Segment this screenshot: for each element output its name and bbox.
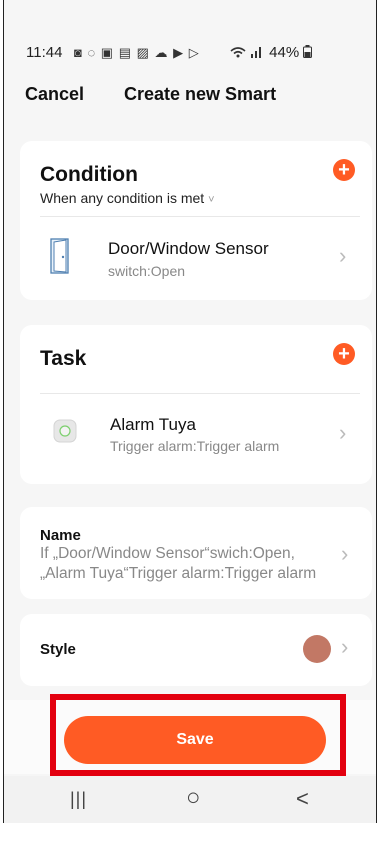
- chevron-down-icon: ˅: [208, 194, 215, 206]
- home-icon[interactable]: ○: [186, 784, 201, 812]
- style-label: Style: [40, 641, 76, 658]
- chevron-right-icon: ›: [339, 243, 347, 268]
- chevron-right-icon: ›: [339, 420, 347, 445]
- chevron-right-icon: ›: [341, 541, 349, 566]
- battery-icon: [303, 45, 313, 58]
- condition-item-row[interactable]: Door/Window Sensor switch:Open ›: [20, 217, 372, 297]
- condition-card: Condition + When any condition is met ˅ …: [20, 141, 372, 300]
- style-card[interactable]: Style ›: [20, 614, 372, 686]
- battery-percent: 44%: [269, 44, 300, 61]
- add-condition-plus-icon[interactable]: +: [333, 159, 355, 181]
- name-card[interactable]: Name If „Door/Window Sensor“swich:Open, …: [20, 507, 372, 599]
- alarm-device-icon: [53, 419, 77, 443]
- condition-item-subtitle: switch:Open: [108, 263, 186, 279]
- status-bar: 11:44 ◙ ◌ ▣ ▤ ▨ ☁ ▶ ▷ 44%: [4, 42, 376, 66]
- name-value-line2: „Alarm Tuya“Trigger alarm:Trigger alarm: [40, 565, 317, 582]
- task-item-title: Alarm Tuya: [110, 415, 196, 434]
- header: Cancel Create new Smart: [4, 80, 376, 110]
- save-button-highlight: [50, 694, 346, 776]
- status-right: 44%: [229, 44, 313, 61]
- status-time: 11:44: [26, 44, 63, 61]
- door-sensor-icon: [50, 238, 69, 274]
- recent-apps-icon[interactable]: |||: [70, 789, 87, 810]
- name-label: Name: [40, 527, 81, 544]
- task-card: Task + Alarm Tuya Trigger alarm:Trigger …: [20, 325, 372, 484]
- back-icon[interactable]: <: [296, 786, 309, 812]
- notification-icons: ◙ ◌ ▣ ▤ ▨ ☁ ▶ ▷: [74, 45, 200, 60]
- condition-item-title: Door/Window Sensor: [108, 239, 269, 258]
- name-value-line1: If „Door/Window Sensor“swich:Open,: [40, 545, 295, 562]
- task-item-subtitle: Trigger alarm:Trigger alarm: [110, 438, 280, 454]
- condition-mode-label: When any condition is met: [40, 190, 205, 206]
- style-color-swatch[interactable]: [303, 635, 331, 663]
- system-nav-bar: ||| ○ <: [4, 776, 376, 823]
- condition-mode-dropdown[interactable]: When any condition is met ˅: [40, 190, 215, 206]
- page-title: Create new Smart: [124, 84, 277, 104]
- cancel-button[interactable]: Cancel: [25, 84, 84, 105]
- add-task-plus-icon[interactable]: +: [333, 343, 355, 365]
- chevron-right-icon: ›: [341, 634, 349, 659]
- wifi-signal-icon: [230, 47, 261, 58]
- app-frame: 11:44 ◙ ◌ ▣ ▤ ▨ ☁ ▶ ▷ 44% Cancel Create …: [3, 0, 377, 823]
- task-heading: Task: [40, 347, 87, 370]
- condition-heading: Condition: [40, 163, 138, 186]
- task-item-row[interactable]: Alarm Tuya Trigger alarm:Trigger alarm ›: [20, 394, 372, 474]
